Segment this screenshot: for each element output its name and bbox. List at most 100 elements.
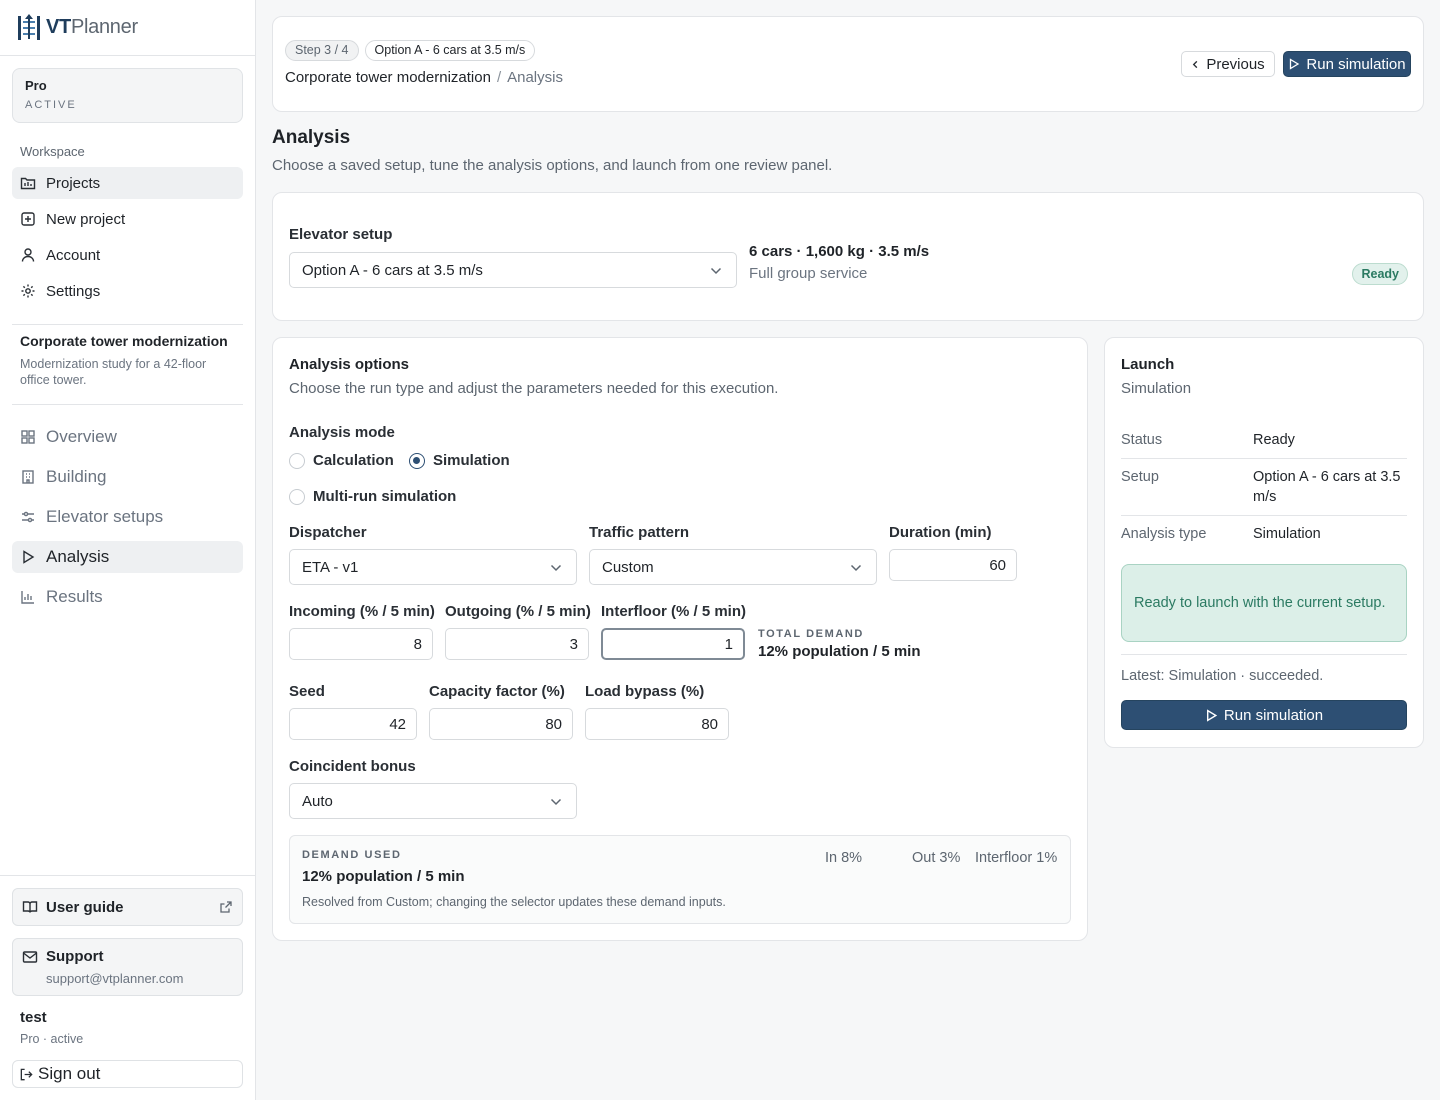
chevron-down-icon — [710, 267, 722, 275]
demand-out: Out 3% — [912, 850, 961, 866]
run-simulation-button[interactable]: Run simulation — [1283, 51, 1411, 77]
mode-calculation-radio[interactable]: Calculation — [289, 452, 394, 469]
previous-button[interactable]: Previous — [1181, 51, 1275, 77]
user-icon — [21, 248, 35, 262]
total-demand-caption: TOTAL DEMAND — [758, 628, 864, 640]
dispatcher-select[interactable]: ETA - v1 — [289, 549, 577, 585]
latest-run-status: Latest: Simulation · succeeded. — [1121, 668, 1324, 684]
launch-value-analysis-type: Simulation — [1253, 526, 1321, 542]
sidebar-item-projects[interactable]: Projects — [12, 167, 243, 199]
demand-note: Resolved from Custom; changing the selec… — [302, 895, 726, 909]
step-indicator: Step 3 / 4 — [285, 40, 359, 61]
sliders-icon — [22, 511, 34, 523]
app-name: VTPlanner — [46, 15, 138, 38]
launch-subtitle: Simulation — [1121, 380, 1192, 397]
plan-card: Pro ACTIVE — [12, 68, 243, 123]
user-plan: Pro · active — [20, 1032, 84, 1046]
outgoing-value: 3 — [569, 635, 578, 653]
load-bypass-input[interactable]: 80 — [585, 708, 729, 740]
launch-card: Launch Simulation Status Ready Setup Opt… — [1104, 337, 1424, 748]
gear-icon — [21, 284, 35, 298]
play-icon — [23, 550, 35, 564]
duration-label: Duration (min) — [889, 524, 992, 541]
elevator-logo-icon — [18, 14, 40, 40]
radio-indicator — [289, 488, 305, 505]
sidebar-item-account[interactable]: Account — [12, 239, 243, 271]
seed-input[interactable]: 42 — [289, 708, 417, 740]
sidebar-item-results[interactable]: Results — [12, 581, 243, 613]
breadcrumb-separator: / — [496, 69, 502, 86]
sidebar-item-label: New project — [46, 210, 126, 228]
seed-value: 42 — [389, 715, 406, 733]
divider — [12, 324, 243, 325]
incoming-value: 8 — [413, 635, 422, 653]
capacity-factor-value: 80 — [545, 715, 562, 733]
sidebar-item-building[interactable]: Building — [12, 461, 243, 493]
support-email[interactable]: support@vtplanner.com — [46, 971, 233, 986]
ready-notice-text: Ready to launch with the current setup. — [1134, 595, 1386, 611]
divider — [0, 875, 255, 876]
incoming-input[interactable]: 8 — [289, 628, 433, 660]
sidebar-item-label: Settings — [46, 282, 101, 300]
status-badge: Ready — [1352, 263, 1408, 285]
elevator-setup-select[interactable]: Option A - 6 cars at 3.5 m/s — [289, 252, 737, 288]
radio-label: Multi-run simulation — [313, 488, 457, 505]
analysis-options-card: Analysis options Choose the run type and… — [272, 337, 1088, 941]
demand-used-caption: DEMAND USED — [302, 849, 402, 861]
sign-out-button[interactable]: Sign out — [12, 1060, 243, 1088]
page-title: Analysis — [272, 127, 351, 148]
launch-key-analysis-type: Analysis type — [1121, 526, 1207, 542]
support-card[interactable]: Support support@vtplanner.com — [12, 938, 243, 996]
workspace-label: Workspace — [20, 144, 85, 159]
coincident-bonus-value: Auto — [302, 792, 333, 810]
duration-input[interactable]: 60 — [889, 549, 1017, 581]
sidebar-item-elevator-setups[interactable]: Elevator setups — [12, 501, 243, 533]
sidebar-item-label: Account — [46, 246, 101, 264]
capacity-factor-input[interactable]: 80 — [429, 708, 573, 740]
run-simulation-label: Run simulation — [1306, 55, 1406, 73]
launch-title: Launch — [1121, 356, 1175, 373]
sidebar-item-analysis[interactable]: Analysis — [12, 541, 243, 573]
user-guide-link[interactable]: User guide — [12, 888, 243, 926]
app-logo[interactable]: VTPlanner — [16, 12, 138, 42]
coincident-bonus-select[interactable]: Auto — [289, 783, 577, 819]
interfloor-input[interactable]: 1 — [601, 628, 745, 660]
incoming-label: Incoming (% / 5 min) — [289, 603, 435, 620]
launch-run-simulation-button[interactable]: Run simulation — [1121, 700, 1407, 730]
sidebar-item-label: Building — [46, 467, 107, 486]
previous-label: Previous — [1206, 55, 1265, 73]
traffic-pattern-select[interactable]: Custom — [589, 549, 877, 585]
setup-spec: 6 cars · 1,600 kg · 3.5 m/s — [749, 243, 930, 260]
outgoing-label: Outgoing (% / 5 min) — [445, 603, 591, 620]
launch-value-setup: Option A - 6 cars at 3.5 m/s — [1253, 469, 1401, 505]
chevron-down-icon — [550, 798, 562, 806]
breadcrumb-project[interactable]: Corporate tower modernization — [285, 69, 491, 86]
traffic-pattern-value: Custom — [602, 558, 654, 576]
breadcrumb: Corporate tower modernization / Analysis — [285, 69, 563, 86]
load-bypass-value: 80 — [701, 715, 718, 733]
interfloor-label: Interfloor (% / 5 min) — [601, 603, 747, 620]
mode-multi-run-radio[interactable]: Multi-run simulation — [289, 488, 456, 505]
divider — [1121, 515, 1407, 516]
project-title: Corporate tower modernization — [20, 333, 228, 349]
sidebar: VTPlanner Pro ACTIVE Workspace Projects … — [0, 0, 256, 1100]
setup-service: Full group service — [749, 265, 868, 282]
elevator-setup-value: Option A - 6 cars at 3.5 m/s — [302, 261, 483, 279]
sidebar-item-settings[interactable]: Settings — [12, 275, 243, 307]
external-link-icon — [220, 901, 232, 913]
launch-key-setup: Setup — [1121, 469, 1159, 485]
sidebar-item-overview[interactable]: Overview — [12, 421, 243, 453]
divider — [0, 55, 255, 56]
sidebar-item-new-project[interactable]: New project — [12, 203, 243, 235]
grid-icon — [21, 430, 35, 444]
sign-out-label: Sign out — [38, 1064, 101, 1083]
demand-in: In 8% — [825, 850, 863, 866]
folder-chart-icon — [20, 177, 36, 190]
outgoing-input[interactable]: 3 — [445, 628, 589, 660]
bar-chart-icon — [21, 591, 34, 604]
load-bypass-label: Load bypass (%) — [585, 683, 705, 700]
support-title: Support — [46, 948, 104, 965]
chevron-left-icon — [1193, 60, 1198, 68]
interfloor-value: 1 — [724, 635, 733, 653]
mode-simulation-radio[interactable]: Simulation — [409, 452, 510, 469]
